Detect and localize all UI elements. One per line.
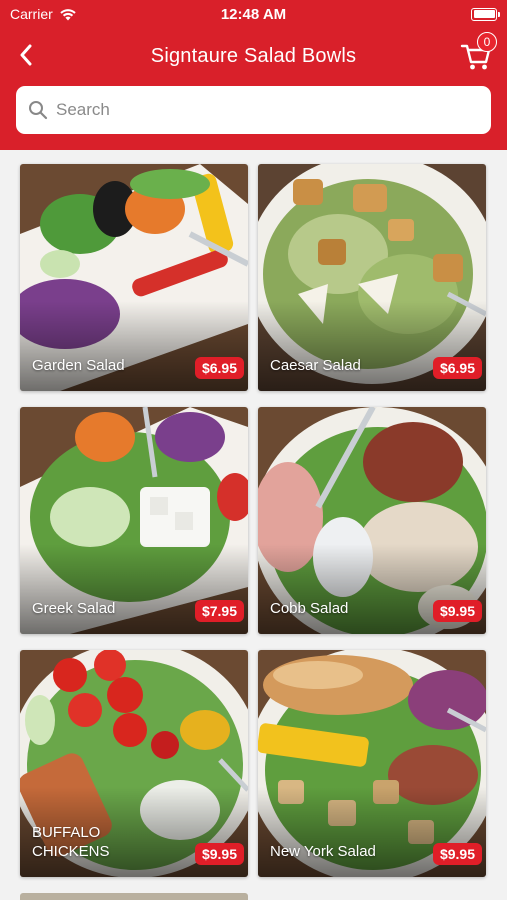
item-name: Caesar Salad	[270, 357, 361, 374]
item-name: Cobb Salad	[270, 600, 349, 617]
price-badge: $7.95	[194, 600, 244, 622]
page-title: Signtaure Salad Bowls	[150, 44, 357, 67]
wifi-icon	[60, 8, 76, 20]
chevron-left-icon	[20, 44, 32, 66]
search-bar	[0, 84, 507, 150]
menu-grid: Garden Salad $6.95 Caesar Salad $6.95 Gr…	[0, 150, 507, 877]
nav-bar: Signtaure Salad Bowls 0	[0, 28, 507, 84]
search-icon	[29, 101, 48, 120]
cart-button[interactable]: 0	[459, 32, 497, 72]
menu-item-card[interactable]: New York Salad $9.95	[258, 650, 486, 877]
menu-item-card[interactable]: BUFFALO CHICKENS $9.95	[20, 650, 248, 877]
price-badge: $9.95	[432, 843, 482, 865]
item-name: New York Salad	[270, 843, 376, 860]
price-badge: $9.95	[432, 600, 482, 622]
item-name: BUFFALO CHICKENS	[32, 824, 110, 860]
battery-icon	[471, 7, 500, 21]
status-bar: Carrier 12:48 AM	[0, 0, 507, 28]
status-left: Carrier	[10, 6, 77, 22]
carrier-label: Carrier	[10, 6, 53, 22]
price-badge: $9.95	[194, 843, 244, 865]
back-button[interactable]	[12, 40, 40, 70]
menu-item-card[interactable]: Greek Salad $7.95	[20, 407, 248, 634]
price-badge: $6.95	[194, 357, 244, 379]
price-badge: $6.95	[432, 357, 482, 379]
menu-item-card[interactable]: Garden Salad $6.95	[20, 164, 248, 391]
item-name: Garden Salad	[32, 357, 125, 374]
search-box[interactable]	[16, 86, 491, 134]
menu-item-card[interactable]: Caesar Salad $6.95	[258, 164, 486, 391]
menu-item-card[interactable]: Cobb Salad $9.95	[258, 407, 486, 634]
search-input[interactable]	[56, 100, 479, 120]
item-name: Greek Salad	[32, 600, 116, 617]
cart-count-badge: 0	[477, 32, 497, 52]
menu-item-card-partial[interactable]	[20, 893, 248, 900]
